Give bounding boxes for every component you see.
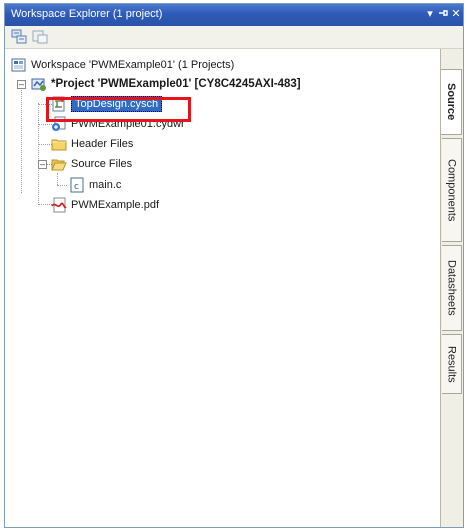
tree-connector [38,204,52,205]
svg-text:c: c [74,182,79,192]
tree-connector [57,173,58,185]
side-tab-strip: Source Components Datasheets Results [440,49,463,527]
tree-item-label: Source Files [71,158,133,170]
tree-item-label: main.c [89,179,122,191]
tree-connector [38,124,52,125]
tree-item-label: PWMExample.pdf [71,199,160,211]
pdf-icon [51,197,67,213]
tab-results[interactable]: Results [442,334,462,394]
tree-item-source-files[interactable]: Source Files [51,155,132,173]
project-node[interactable]: *Project 'PWMExample01' [CY8C4245AXI-483… [31,75,301,93]
tab-components[interactable]: Components [442,138,462,242]
properties-icon[interactable] [11,29,29,45]
dropdown-icon[interactable]: ▾ [423,7,437,21]
tree-connector [38,103,39,203]
folder-open-icon [51,156,67,172]
tab-datasheets[interactable]: Datasheets [442,245,462,331]
tree-item-header-files[interactable]: Header Files [51,135,133,153]
workspace-explorer-panel: Workspace Explorer (1 project) ▾ ✕ Works… [4,3,464,528]
project-icon [31,76,47,92]
pin-icon[interactable] [436,7,450,21]
panel-titlebar: Workspace Explorer (1 project) ▾ ✕ [5,4,463,26]
tree-connector [21,85,22,193]
panel-toolbar [5,26,463,49]
close-icon[interactable]: ✕ [449,7,463,21]
c-file-icon: c [69,177,85,193]
collapse-project-toggle[interactable]: – [17,80,26,89]
workspace-label: Workspace 'PWMExample01' (1 Projects) [31,59,235,71]
tab-source[interactable]: Source [441,69,462,135]
tree-item-main-c[interactable]: c main.c [69,176,121,194]
project-label: *Project 'PWMExample01' [CY8C4245AXI-483… [51,78,301,90]
folder-icon [51,136,67,152]
tree-connector [38,144,52,145]
tree-connector [57,185,67,186]
highlight-annotation-box [46,97,191,122]
workspace-node[interactable]: Workspace 'PWMExample01' (1 Projects) [11,56,234,74]
workspace-icon [11,57,27,73]
tree-item-pdf[interactable]: PWMExample.pdf [51,196,159,214]
tree-item-label: Header Files [71,138,134,150]
panel-title: Workspace Explorer (1 project) [11,8,163,20]
collapse-source-files-toggle[interactable]: – [38,160,47,169]
refresh-icon[interactable] [31,29,49,45]
